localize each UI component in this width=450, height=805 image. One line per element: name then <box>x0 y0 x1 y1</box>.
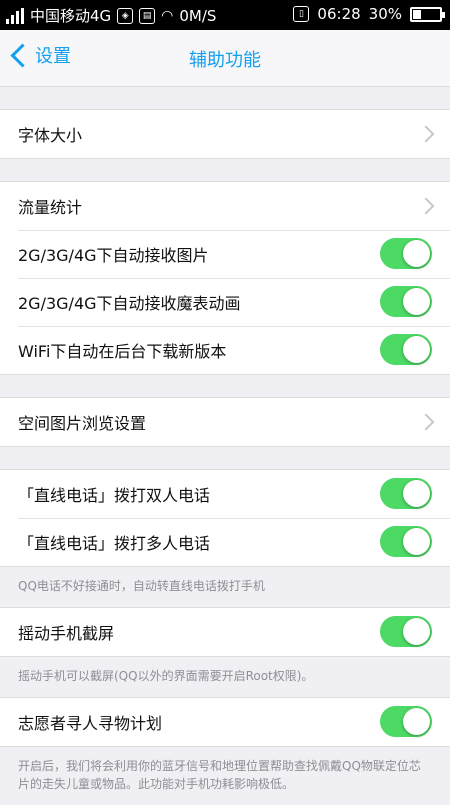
row-auto-receive-images: 2G/3G/4G下自动接收图片 <box>0 230 450 278</box>
row-auto-receive-magic-emoji: 2G/3G/4G下自动接收魔表动画 <box>0 278 450 326</box>
document-notification-icon: ▤ <box>139 7 156 24</box>
vibrate-icon: ▯ <box>293 6 310 22</box>
chevron-right-icon <box>417 125 435 143</box>
row-label: 「直线电话」拨打双人电话 <box>18 486 211 505</box>
toggle-wifi-auto-download[interactable] <box>380 334 432 365</box>
row-wifi-auto-download: WiFi下自动在后台下载新版本 <box>0 326 450 374</box>
carrier-label: 中国移动4G <box>30 7 112 25</box>
shield-notification-icon: ◈ <box>117 7 134 24</box>
row-label: 流量统计 <box>18 198 83 217</box>
row-label: 「直线电话」拨打多人电话 <box>18 534 211 553</box>
settings-group: 摇动手机截屏 <box>0 607 450 657</box>
toggle-direct-call-double[interactable] <box>380 478 432 509</box>
wifi-icon: ◠ <box>161 7 174 24</box>
toggle-knob <box>403 528 430 555</box>
settings-group: 「直线电话」拨打双人电话 「直线电话」拨打多人电话 <box>0 469 450 567</box>
toggle-knob <box>403 708 430 735</box>
row-label: 字体大小 <box>18 126 83 145</box>
row-qzone-image-settings[interactable]: 空间图片浏览设置 <box>0 398 450 446</box>
chevron-right-icon <box>417 413 435 431</box>
toggle-knob <box>403 288 430 315</box>
section-note: 摇动手机可以截屏(QQ以外的界面需要开启Root权限)。 <box>18 669 314 683</box>
row-label: WiFi下自动在后台下载新版本 <box>18 342 227 361</box>
chevron-right-icon <box>417 197 435 215</box>
settings-group: 流量统计 2G/3G/4G下自动接收图片 2G/3G/4G下自动接收魔表动画 W… <box>0 181 450 375</box>
row-direct-call-double: 「直线电话」拨打双人电话 <box>0 470 450 518</box>
settings-list: 字体大小 流量统计 2G/3G/4G下自动接收图片 2G/3G/4G下自动接收魔… <box>0 87 450 805</box>
settings-group: 志愿者寻人寻物计划 <box>0 697 450 747</box>
toggle-shake-screenshot[interactable] <box>380 616 432 647</box>
network-speed: 0M/S <box>179 6 217 25</box>
navigation-bar: 设置 辅助功能 <box>0 30 450 87</box>
settings-group: 字体大小 <box>0 109 450 159</box>
toggle-direct-call-multi[interactable] <box>380 526 432 557</box>
battery-icon <box>410 6 445 22</box>
clock: 06:28 <box>317 5 361 23</box>
row-label: 摇动手机截屏 <box>18 624 115 643</box>
section-note: QQ电话不好接通时，自动转直线电话拨打手机 <box>18 579 265 593</box>
toggle-auto-receive-images[interactable] <box>380 238 432 269</box>
toggle-knob <box>403 240 430 267</box>
row-label: 2G/3G/4G下自动接收魔表动画 <box>18 294 241 313</box>
settings-group: 空间图片浏览设置 <box>0 397 450 447</box>
signal-icon <box>6 7 24 24</box>
row-volunteer-search: 志愿者寻人寻物计划 <box>0 698 450 746</box>
row-traffic-stats[interactable]: 流量统计 <box>0 182 450 230</box>
row-label: 空间图片浏览设置 <box>18 414 147 433</box>
toggle-volunteer-search[interactable] <box>380 706 432 737</box>
toggle-knob <box>403 480 430 507</box>
row-label: 志愿者寻人寻物计划 <box>18 714 163 733</box>
row-font-size[interactable]: 字体大小 <box>0 110 450 158</box>
battery-percent: 30% <box>368 5 402 23</box>
toggle-knob <box>403 336 430 363</box>
status-bar: 中国移动4G ◈ ▤ ◠ 0M/S ▯ 06:28 30% <box>0 0 450 30</box>
row-label: 2G/3G/4G下自动接收图片 <box>18 246 209 265</box>
page-title: 辅助功能 <box>189 50 261 71</box>
section-note: 开启后，我们将会利用你的蓝牙信号和地理位置帮助查找佩戴QQ物联定位芯片的走失儿童… <box>18 759 421 791</box>
row-direct-call-multi: 「直线电话」拨打多人电话 <box>0 518 450 566</box>
toggle-knob <box>403 618 430 645</box>
toggle-auto-receive-magic-emoji[interactable] <box>380 286 432 317</box>
row-shake-screenshot: 摇动手机截屏 <box>0 608 450 656</box>
